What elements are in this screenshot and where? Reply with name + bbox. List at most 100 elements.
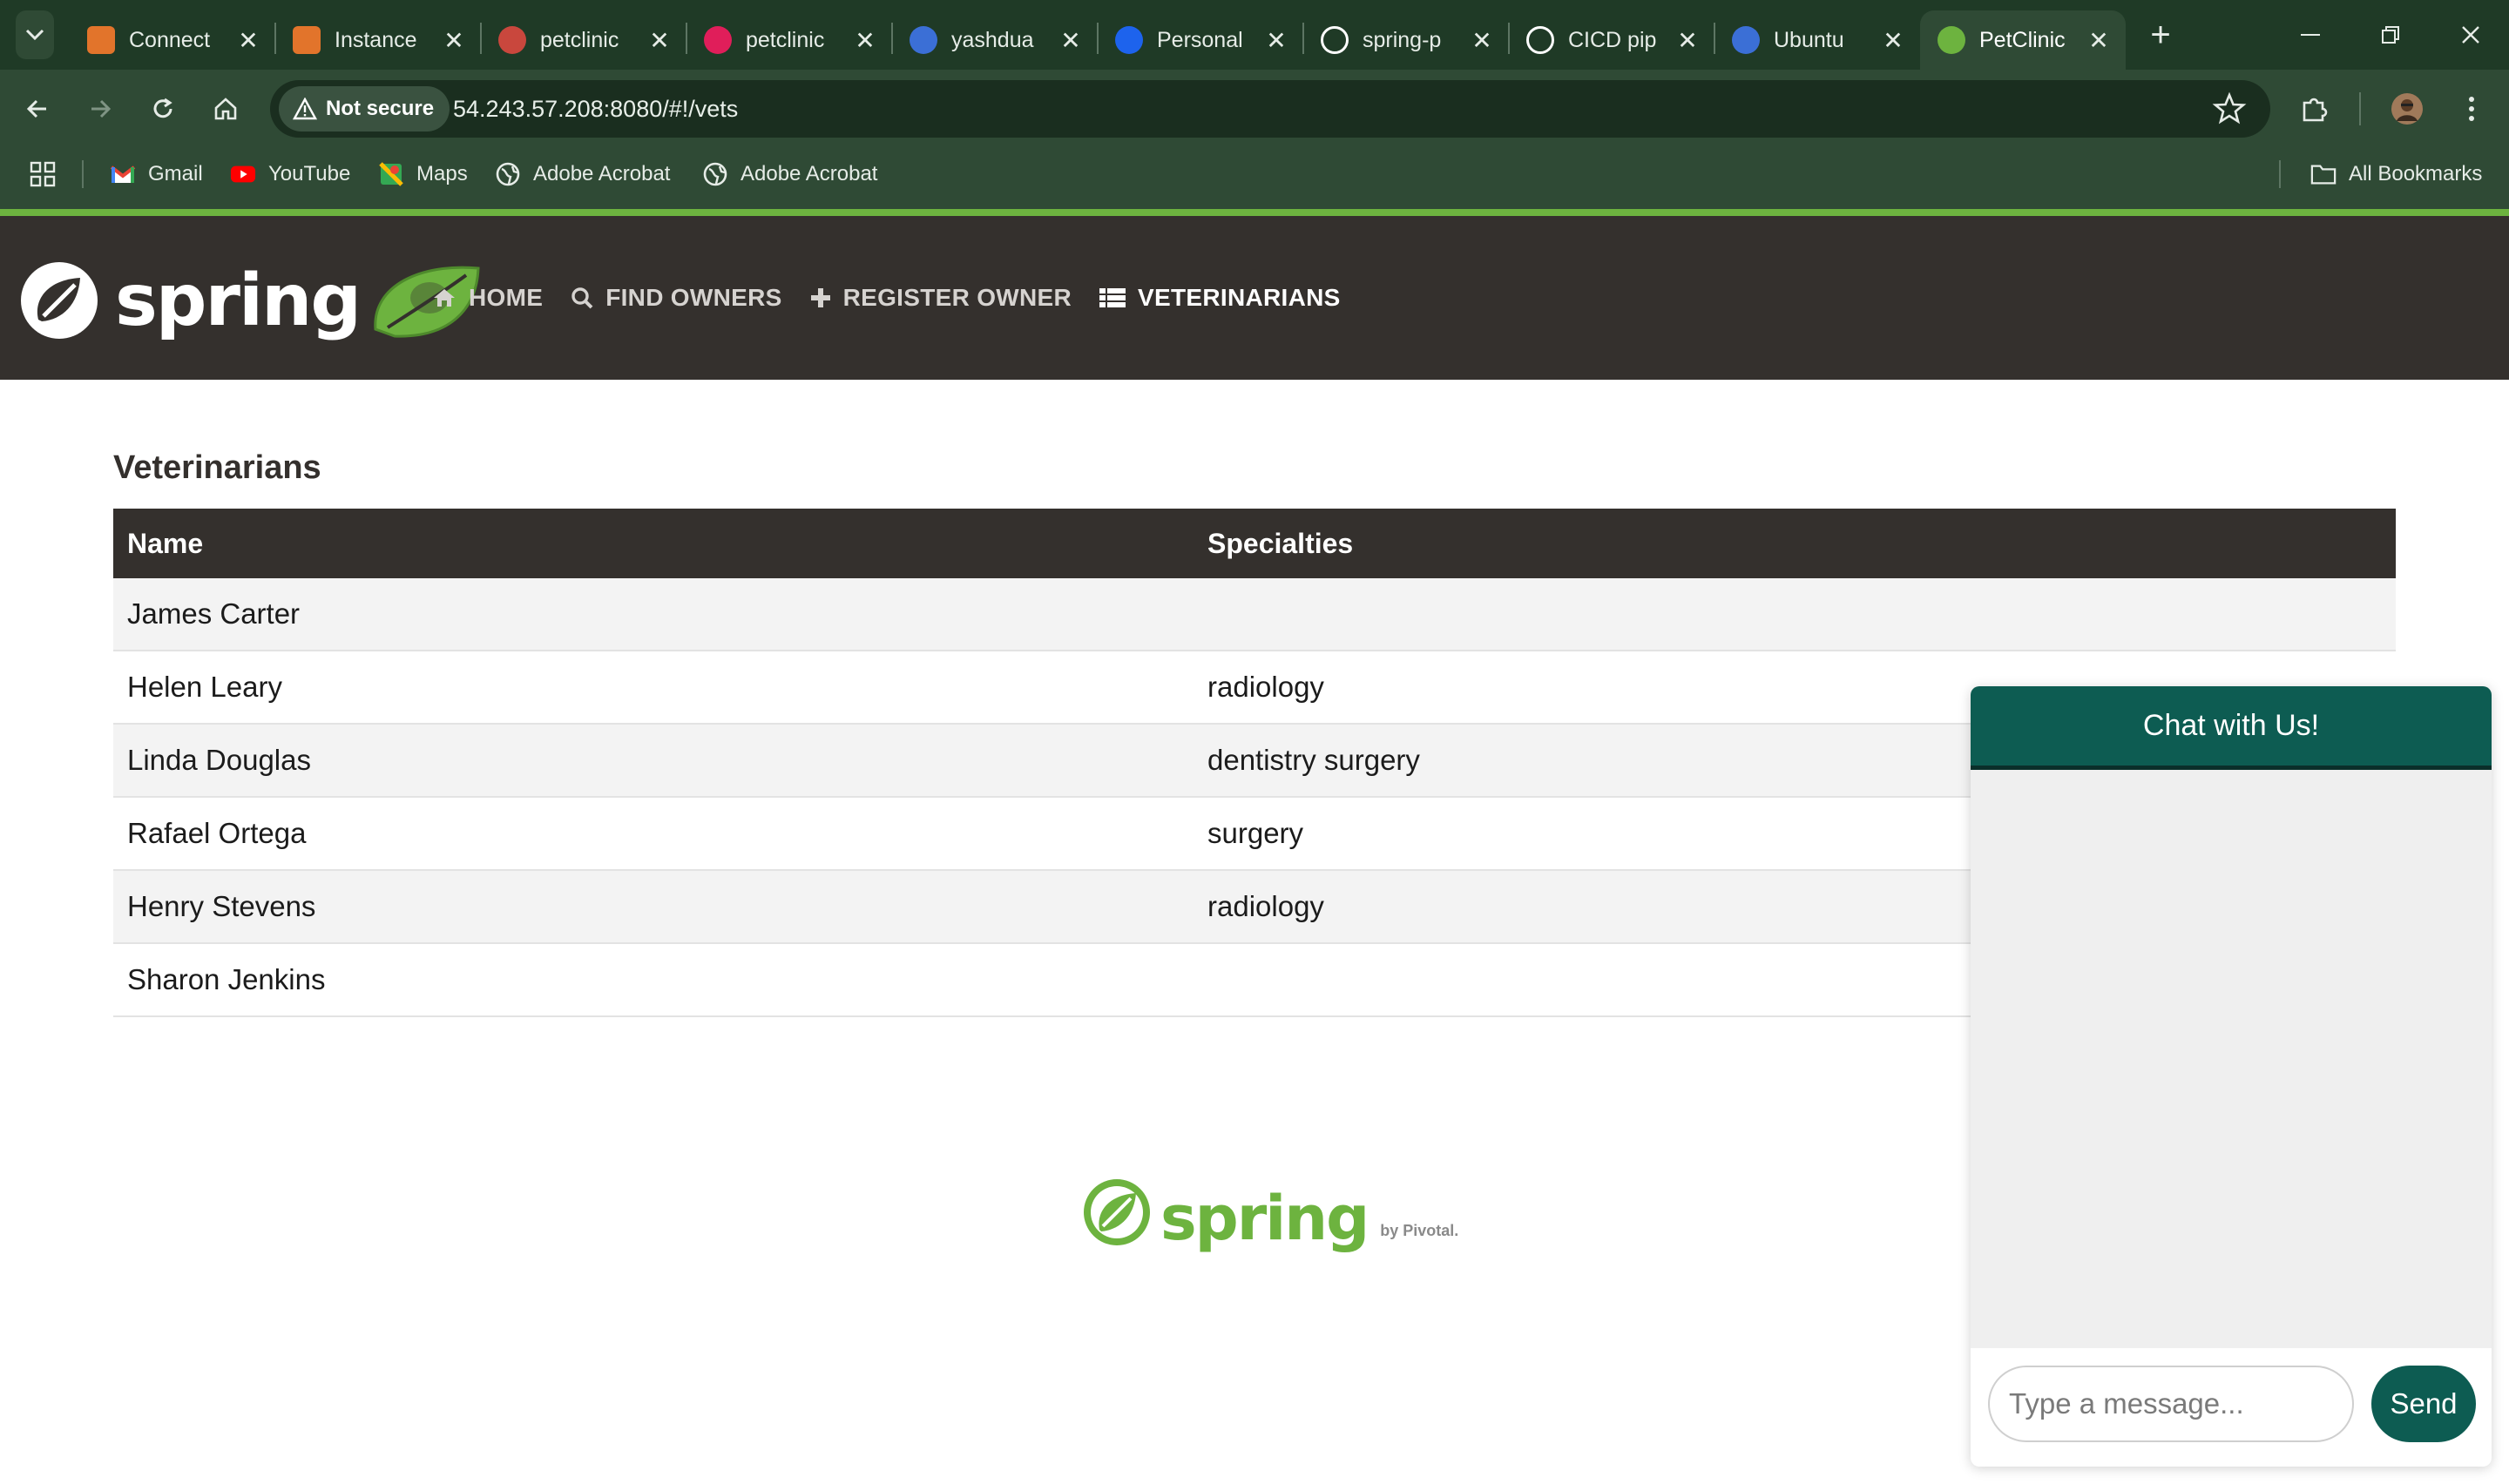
footer-by-pivotal: by Pivotal. [1380,1222,1459,1239]
nav-label: VETERINARIANS [1138,284,1341,311]
vet-name: James Carter [113,578,1194,651]
browser-menu-button[interactable] [2448,85,2495,132]
home-button[interactable] [202,85,249,132]
bookmark-item[interactable]: Adobe Acrobat [702,148,877,200]
tab-title: yashdua [951,27,1034,52]
profile-avatar[interactable] [2384,85,2431,132]
toolbar-divider [2359,92,2361,125]
close-tab-icon[interactable]: ✕ [441,26,467,55]
nav-veterinarians[interactable]: VETERINARIANS [1099,284,1341,312]
security-chip[interactable]: Not secure [279,86,450,132]
new-tab-button[interactable]: + [2136,16,2185,54]
globe-icon [702,161,728,187]
browser-tab[interactable]: spring-p ✕ [1303,10,1509,70]
tab-search-button[interactable] [16,10,54,59]
digitalocean-icon [1732,26,1760,54]
main-nav: HOME FIND OWNERS REGISTER OWNER VETERINARIA… [432,216,1369,380]
nav-label: FIND OWNERS [605,284,782,311]
bookmark-label: Maps [416,162,468,186]
browser-tab[interactable]: CICD pip ✕ [1509,10,1714,70]
vet-name: Sharon Jenkins [113,943,1194,1017]
nav-register-owner[interactable]: REGISTER OWNER [810,284,1072,312]
address-bar[interactable]: Not secure 54.243.57.208:8080/#!/vets [270,80,2270,138]
bookmark-item[interactable]: Adobe Acrobat [495,148,670,200]
tab-title: CICD pip [1568,27,1657,52]
close-tab-icon[interactable]: ✕ [235,26,261,55]
jenkins-icon [498,26,526,54]
bookmarks-divider [2279,160,2281,188]
tab-title: Connect [129,27,211,52]
slack-icon [704,26,732,54]
browser-toolbar: Not secure 54.243.57.208:8080/#!/vets [0,70,2509,148]
restore-button[interactable] [2350,0,2431,70]
home-icon [432,287,463,308]
apps-grid-icon [30,161,56,187]
browser-tab[interactable]: PetClinic ✕ [1920,10,2126,70]
apps-button[interactable] [30,148,56,200]
browser-tab[interactable]: Personal ✕ [1098,10,1303,70]
bookmark-item[interactable]: Gmail [110,148,203,200]
vet-name: Henry Stevens [113,870,1194,944]
close-tab-icon[interactable]: ✕ [646,26,673,55]
github-icon [1321,26,1349,54]
plus-icon [810,287,838,308]
vet-name: Linda Douglas [113,724,1194,798]
close-tab-icon[interactable]: ✕ [2086,26,2112,55]
home-icon [214,98,237,120]
tab-title: petclinic [746,27,825,52]
footer-logo: spring by Pivotal. [1080,1176,1458,1249]
all-bookmarks-button[interactable]: All Bookmarks [2310,148,2482,200]
close-tab-icon[interactable]: ✕ [1674,26,1701,55]
close-window-button[interactable] [2431,0,2509,70]
maps-icon [378,161,404,187]
back-button[interactable] [14,85,61,132]
browser-tab[interactable]: petclinic ✕ [481,10,686,70]
bookmark-star-icon[interactable] [2211,91,2248,127]
bookmarks-divider [82,160,84,188]
close-tab-icon[interactable]: ✕ [1880,26,1906,55]
browser-tab[interactable]: Instance ✕ [275,10,481,70]
close-tab-icon[interactable]: ✕ [1263,26,1289,55]
reload-button[interactable] [139,85,186,132]
close-tab-icon[interactable]: ✕ [1058,26,1084,55]
aws-icon [87,26,115,54]
nav-find-owners[interactable]: FIND OWNERS [571,284,781,312]
chat-messages-area [1971,770,2492,1348]
close-tab-icon[interactable]: ✕ [1469,26,1495,55]
chat-header[interactable]: Chat with Us! [1971,686,2492,770]
forward-button[interactable] [77,85,124,132]
tab-title: Instance [335,27,417,52]
extensions-button[interactable] [2291,85,2338,132]
chat-send-button[interactable]: Send [2371,1366,2476,1442]
gmail-icon [110,161,136,187]
chat-message-input[interactable] [1988,1366,2354,1442]
url-text[interactable]: 54.243.57.208:8080/#!/vets [453,80,738,138]
nav-home[interactable]: HOME [432,284,543,312]
close-icon [2462,26,2479,44]
minimize-button[interactable] [2270,0,2350,70]
nav-label: HOME [469,284,544,311]
avatar-icon [2391,93,2423,125]
bookmark-item[interactable]: YouTube [230,148,350,200]
reload-icon [153,98,172,118]
docker-icon [1115,26,1143,54]
footer-brand: spring [1160,1183,1369,1254]
browser-tab[interactable]: Ubuntu ✕ [1714,10,1920,70]
column-header-name: Name [113,509,1194,578]
app-navbar: spring HOME FIND OWNERS REGISTER OWNER VETE… [0,216,2509,380]
chat-footer: Send [1971,1348,2492,1467]
aws-icon [293,26,321,54]
folder-icon [2310,161,2337,187]
bookmark-item[interactable]: Maps [378,148,468,200]
nav-label: REGISTER OWNER [842,284,1072,311]
vet-specialties [1194,578,2396,651]
browser-tab[interactable]: petclinic ✕ [686,10,892,70]
browser-tab[interactable]: Connect ✕ [70,10,275,70]
column-header-specialties: Specialties [1194,509,2396,578]
tab-title: Personal [1157,27,1243,52]
warning-icon [293,98,317,120]
browser-tab[interactable]: yashdua ✕ [892,10,1098,70]
spring-leaf-icon [1938,26,1965,54]
close-tab-icon[interactable]: ✕ [852,26,878,55]
brand-logo[interactable]: spring [17,260,482,342]
